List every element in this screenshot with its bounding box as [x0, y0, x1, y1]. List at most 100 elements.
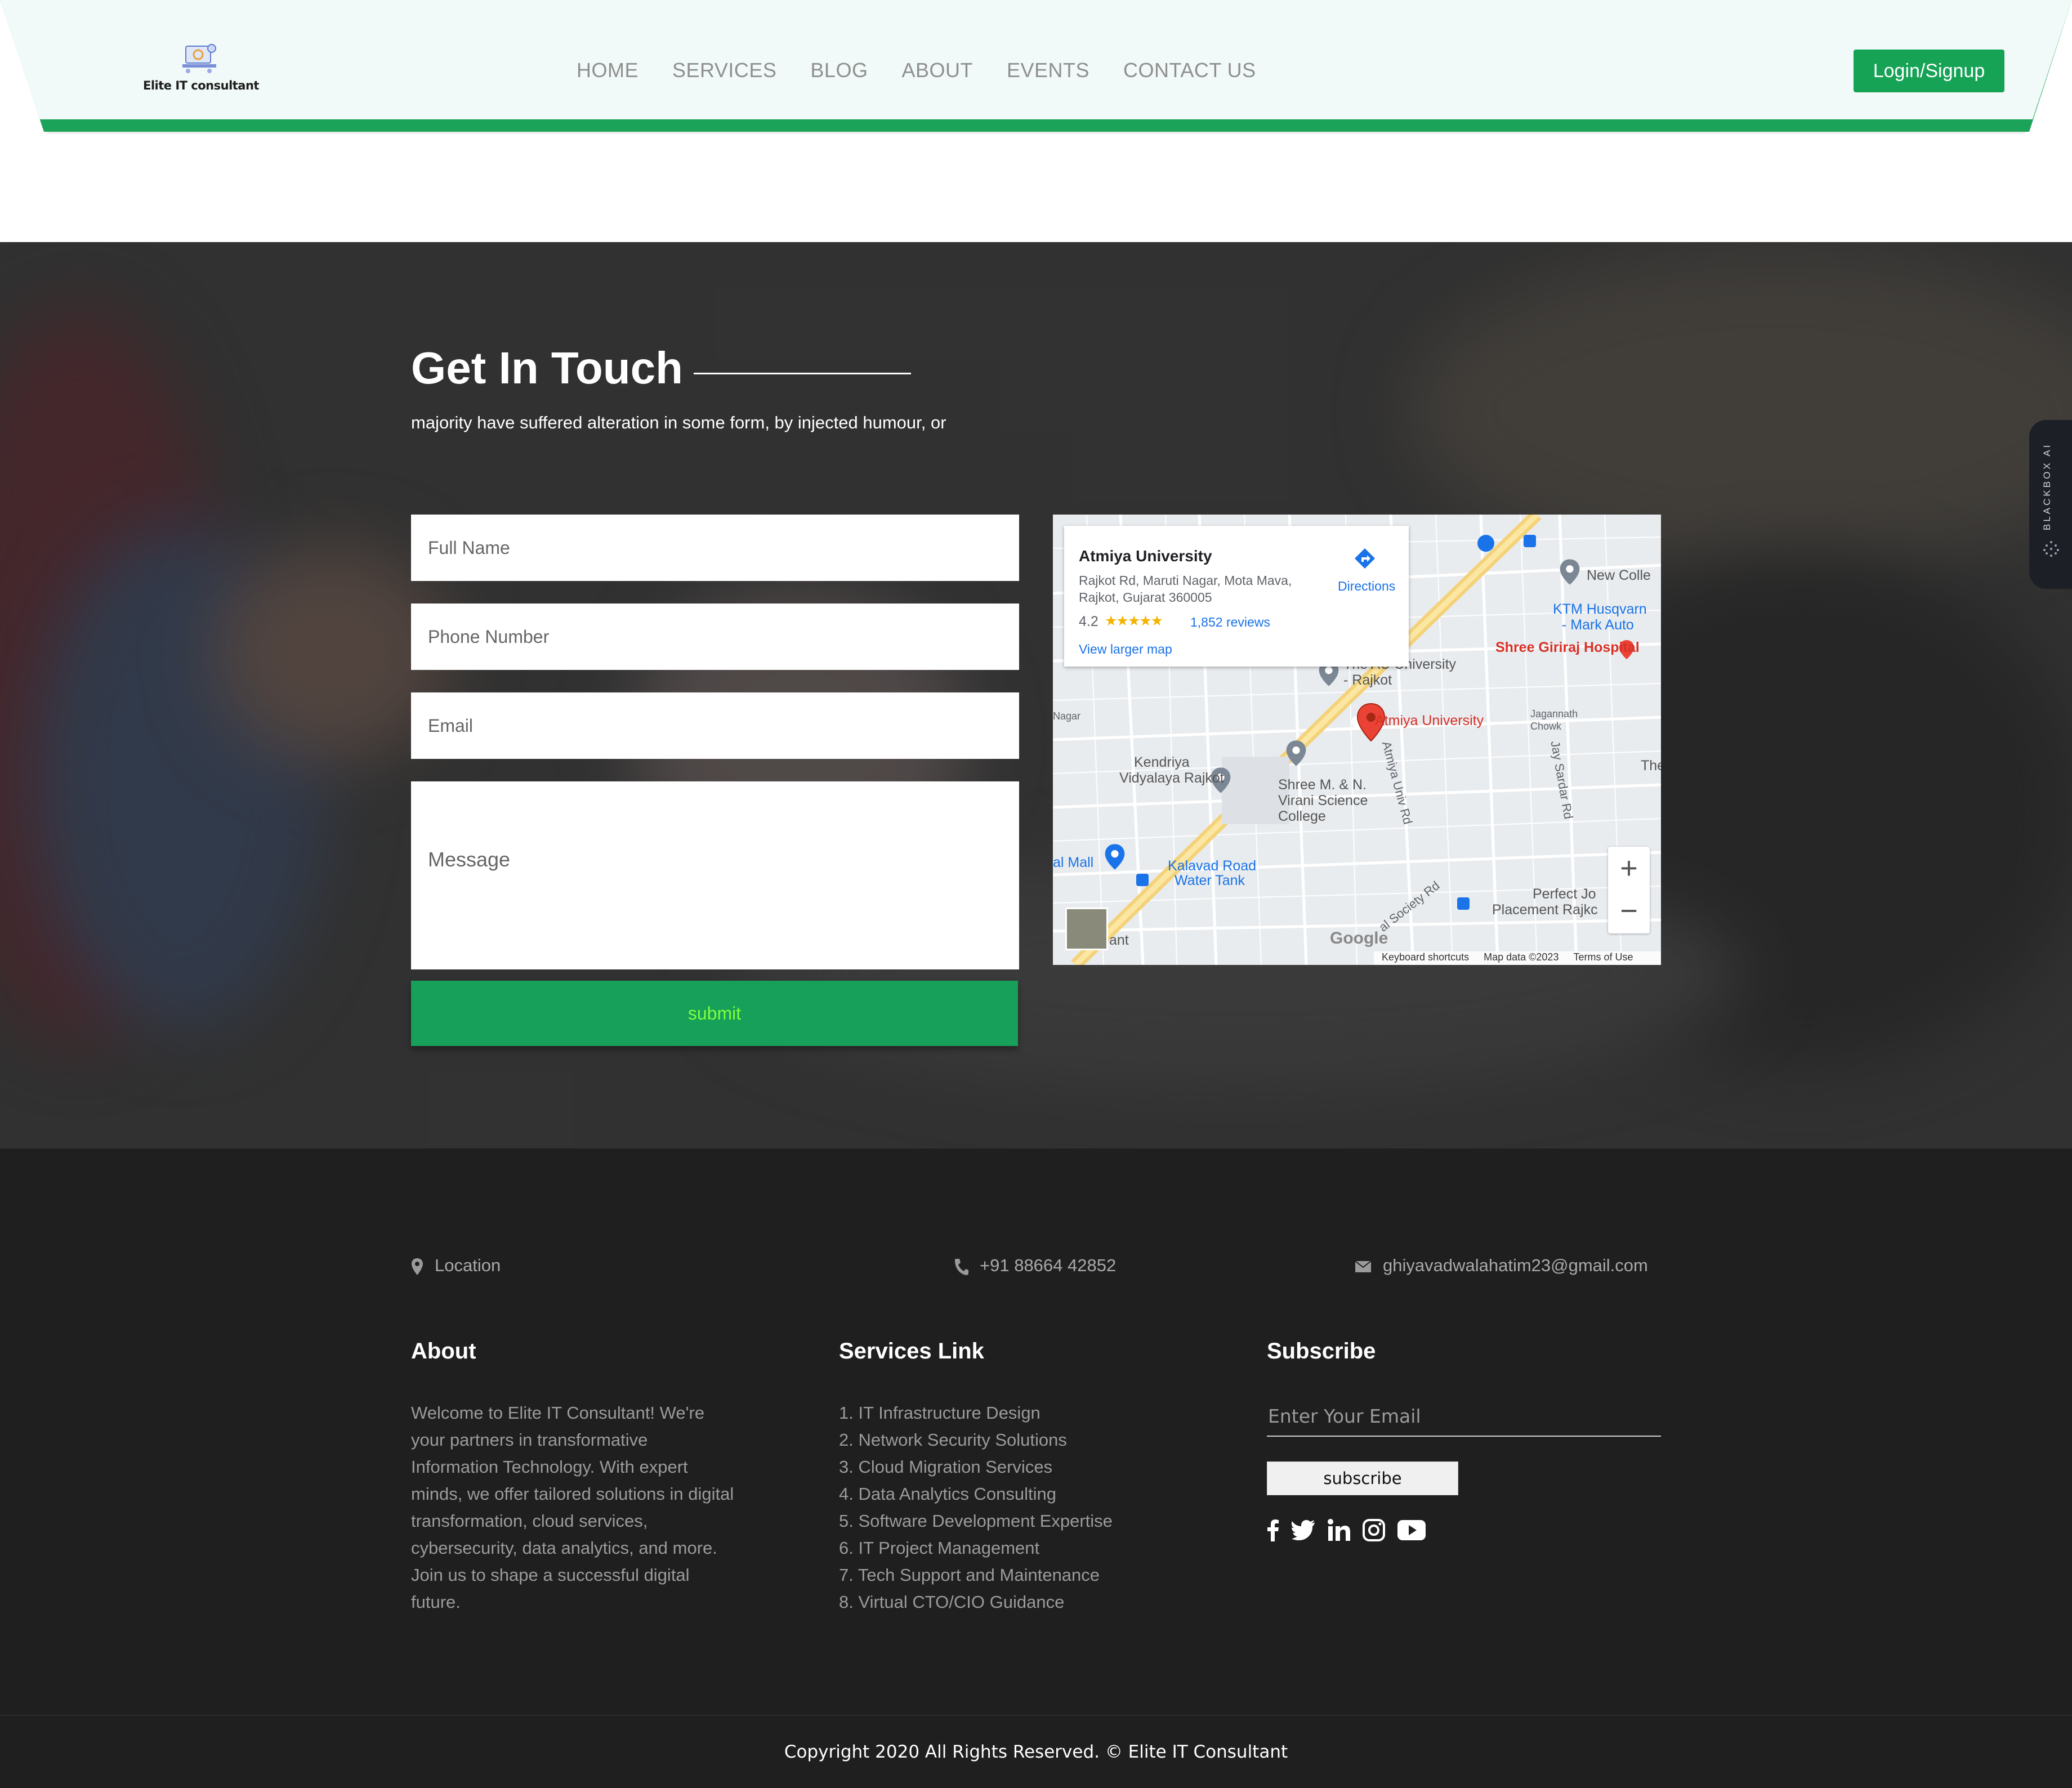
facebook-icon[interactable] — [1267, 1519, 1279, 1541]
services-heading: Services Link — [839, 1339, 984, 1364]
widget-dots-icon — [2043, 541, 2059, 557]
map-data-text: Map data ©2023 — [1484, 951, 1559, 963]
place-name: Atmiya University — [1079, 547, 1212, 565]
section-title: Get In Touch — [411, 343, 683, 393]
science-college-pin-icon — [1286, 740, 1306, 766]
service-link[interactable]: 3. Cloud Migration Services — [839, 1454, 1113, 1481]
service-link[interactable]: 2. Network Security Solutions — [839, 1427, 1113, 1454]
title-underline — [694, 373, 911, 374]
instagram-icon[interactable] — [1363, 1519, 1385, 1541]
view-larger-map-link[interactable]: View larger map — [1079, 642, 1172, 657]
service-link[interactable]: 1. IT Infrastructure Design — [839, 1400, 1113, 1427]
linkedin-icon[interactable] — [1328, 1519, 1350, 1541]
logo-mark-icon — [182, 44, 216, 73]
blackbox-ai-widget[interactable]: BLACKBOX AI — [2029, 420, 2072, 589]
map-label: al Mall — [1053, 855, 1094, 870]
footer-location[interactable]: Location — [411, 1255, 501, 1276]
zoom-in-button[interactable]: + — [1608, 847, 1650, 889]
service-link[interactable]: 5. Software Development Expertise — [839, 1508, 1113, 1535]
service-link[interactable]: 8. Virtual CTO/CIO Guidance — [839, 1589, 1113, 1616]
map-label: Jagannath — [1530, 708, 1578, 719]
map-label: Virani Science — [1278, 793, 1368, 808]
service-link[interactable]: 6. IT Project Management — [839, 1535, 1113, 1562]
zoom-out-button[interactable]: − — [1608, 889, 1650, 932]
service-link[interactable]: 7. Tech Support and Maintenance — [839, 1562, 1113, 1589]
login-signup-button[interactable]: Login/Signup — [1854, 50, 2004, 92]
map-label: Nagar — [1053, 710, 1081, 722]
about-heading: About — [411, 1339, 476, 1364]
bus-stop-icon — [1524, 535, 1536, 547]
section-subtitle: majority have suffered alteration in som… — [411, 413, 946, 432]
keyboard-shortcuts-link[interactable]: Keyboard shortcuts — [1382, 951, 1469, 965]
directions-icon[interactable] — [1354, 547, 1376, 570]
map-label: New Colle — [1587, 567, 1651, 583]
place-info-card: Atmiya University Rajkot Rd, Maruti Naga… — [1064, 526, 1409, 667]
map-label: - Rajkot — [1343, 672, 1392, 688]
star-rating-icon: ★★★★★ — [1105, 613, 1163, 629]
site-logo[interactable]: Elite IT consultant — [142, 42, 260, 98]
phone-text: +91 88664 42852 — [980, 1255, 1117, 1275]
services-list: 1. IT Infrastructure Design 2. Network S… — [839, 1400, 1113, 1616]
envelope-icon — [1355, 1260, 1372, 1272]
reviews-link[interactable]: 1,852 reviews — [1190, 615, 1270, 630]
map-label: Shree M. & N. — [1278, 777, 1367, 793]
map-label-atmiya-university: Atmiya University — [1375, 713, 1484, 728]
footer-divider — [0, 1715, 2072, 1716]
bus-stop-icon — [1457, 897, 1470, 910]
nav-home[interactable]: HOME — [577, 59, 638, 86]
social-links — [1267, 1519, 1426, 1541]
email-text: ghiyavadwalahatim23@gmail.com — [1383, 1255, 1648, 1275]
map-zoom-controls: + − — [1608, 847, 1650, 933]
footer-phone[interactable]: +91 88664 42852 — [954, 1255, 1116, 1276]
map-label: Vidyalaya Rajkot — [1119, 770, 1224, 786]
full-name-input[interactable] — [411, 515, 1019, 581]
nav-events[interactable]: EVENTS — [1007, 59, 1089, 86]
college-pin-icon — [1560, 559, 1580, 585]
nav-contact-us[interactable]: CONTACT US — [1123, 59, 1256, 86]
widget-label: BLACKBOX AI — [2042, 442, 2052, 531]
map-label: Chowk — [1530, 721, 1562, 732]
map-footer: Keyboard shortcuts Map data ©2023 Terms … — [1374, 951, 1661, 965]
subscribe-email-input[interactable] — [1267, 1396, 1661, 1437]
phone-icon — [955, 1258, 968, 1275]
map-label: Kalavad Road — [1168, 858, 1257, 874]
subscribe-button[interactable]: subscribe — [1267, 1461, 1458, 1495]
phone-number-input[interactable] — [411, 604, 1019, 670]
email-input[interactable] — [411, 692, 1019, 759]
map-label: - Mark Auto — [1562, 617, 1634, 633]
map-marker-icon — [412, 1258, 423, 1275]
map-label: Placement Rajkc — [1492, 902, 1598, 918]
google-map-embed[interactable]: New Colle KTM Husqvarn - Mark Auto Shree… — [1053, 515, 1661, 965]
map-label: Shree Giriraj Hospital — [1495, 640, 1640, 655]
main-nav: HOME SERVICES BLOG ABOUT EVENTS CONTACT … — [577, 59, 1290, 86]
place-address: Rajkot Rd, Maruti Nagar, Mota Mava, Rajk… — [1079, 573, 1292, 605]
subscribe-heading: Subscribe — [1267, 1339, 1376, 1364]
shop-pin-icon — [1477, 535, 1494, 552]
footer-email[interactable]: ghiyavadwalahatim23@gmail.com — [1355, 1255, 1648, 1276]
map-label: Perfect Jo — [1533, 886, 1596, 902]
contact-section-background — [0, 242, 2072, 1148]
submit-button[interactable]: submit — [411, 981, 1018, 1046]
map-label: College — [1278, 808, 1326, 824]
logo-text: Elite IT consultant — [143, 79, 259, 92]
map-label: Water Tank — [1175, 873, 1245, 888]
map-label: The — [1641, 758, 1661, 774]
directions-link[interactable]: Directions — [1338, 579, 1395, 594]
message-textarea[interactable] — [411, 781, 1019, 969]
map-label: Kendriya — [1134, 754, 1190, 770]
youtube-icon[interactable] — [1397, 1520, 1426, 1540]
place-rating: 4.2 — [1079, 614, 1098, 629]
twitter-icon[interactable] — [1292, 1520, 1315, 1540]
bus-stop-icon — [1136, 874, 1149, 886]
nav-about[interactable]: ABOUT — [901, 59, 973, 86]
terms-link[interactable]: Terms of Use — [1573, 951, 1633, 965]
copyright-text: Copyright 2020 All Rights Reserved. © El… — [784, 1742, 1288, 1762]
mall-pin-icon — [1105, 844, 1125, 870]
nav-blog[interactable]: BLOG — [810, 59, 868, 86]
map-label: ant — [1109, 932, 1129, 948]
nav-services[interactable]: SERVICES — [672, 59, 776, 86]
map-label: KTM Husqvarn — [1553, 601, 1647, 617]
satellite-toggle[interactable] — [1065, 908, 1108, 950]
about-text: Welcome to Elite IT Consultant! We're yo… — [411, 1403, 734, 1612]
service-link[interactable]: 4. Data Analytics Consulting — [839, 1481, 1113, 1508]
